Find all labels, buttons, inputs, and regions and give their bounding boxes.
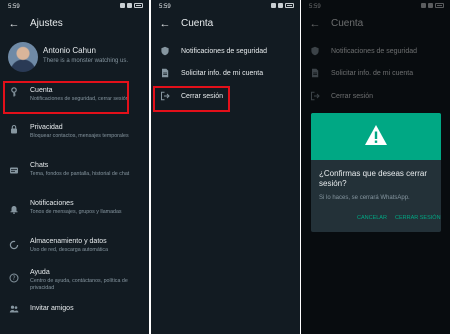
status-bar: 5:59 [151,0,300,14]
profile-status: There is a monster watching us. [43,58,129,64]
cancel-button[interactable]: CANCELAR [357,215,387,221]
help-icon: ? [8,273,20,285]
bell-icon [8,204,20,216]
dialog-title: ¿Confirmas que deseas cerrar sesión? [319,169,428,188]
shield-icon [159,46,171,58]
logout-confirm-screen: 5:59 ← Cuenta Notificaciones de segurida… [301,0,450,334]
settings-item-subtitle: Centro de ayuda, contáctanos, política d… [30,278,128,291]
settings-item-subtitle: Uso de red, descarga automática [30,247,109,253]
confirm-logout-button[interactable]: CERRAR SESIÓN [395,215,441,221]
status-bar: 5:59 [0,0,149,14]
settings-item-title: Ayuda [30,269,50,276]
avatar[interactable] [8,42,38,72]
logout-dialog: ¿Confirmas que deseas cerrar sesión? Si … [311,113,441,232]
back-arrow-icon[interactable]: ← [7,17,21,31]
settings-item-subtitle: Tonos de mensajes, grupos y llamadas [30,209,122,215]
page-title: Ajustes [30,18,63,29]
page-title: Cuenta [181,18,214,29]
highlight-box [3,81,129,114]
settings-item-invitar[interactable]: Invitar amigos [0,302,149,318]
document-icon [159,68,171,80]
people-icon [8,304,20,316]
back-arrow-icon[interactable]: ← [158,17,172,31]
lock-icon [8,124,20,136]
settings-item-subtitle: Bloquear contactos, mensajes temporales [30,133,129,139]
profile-name: Antonio Cahun [43,46,96,55]
settings-item-privacidad[interactable]: Privacidad Bloquear contactos, mensajes … [0,121,149,151]
settings-item-subtitle: Tema, fondos de pantalla, historial de c… [30,171,130,177]
settings-item-ayuda[interactable]: ? Ayuda Centro de ayuda, contáctanos, po… [0,267,149,297]
dialog-message: Si lo haces, se cerrará WhatsApp. [319,195,410,201]
account-item-title: Notificaciones de seguridad [181,48,267,55]
dialog-header [311,113,441,160]
app-bar: ← Ajustes [0,14,149,36]
settings-item-title: Invitar amigos [30,305,74,312]
account-screen: 5:59 ← Cuenta Notificaciones de segurida… [151,0,300,334]
settings-item-title: Chats [30,162,49,169]
status-icons [120,3,143,8]
storage-icon [8,240,20,252]
status-icons [271,3,294,8]
highlight-box [153,86,230,112]
settings-item-almacenamiento[interactable]: Almacenamiento y datos Uso de red, desca… [0,236,149,262]
settings-item-title: Privacidad [30,124,63,131]
settings-screen: 5:59 ← Ajustes Antonio Cahun There is a … [0,0,149,334]
account-item-title: Solicitar info. de mi cuenta [181,70,264,77]
status-time: 5:59 [8,4,20,10]
profile-row[interactable]: Antonio Cahun There is a monster watchin… [0,40,149,74]
warning-icon [365,125,387,145]
svg-text:?: ? [12,275,15,282]
settings-item-chats[interactable]: Chats Tema, fondos de pantalla, historia… [0,160,149,190]
chat-icon [8,166,20,178]
account-item-request-info[interactable]: Solicitar info. de mi cuenta [151,66,300,82]
app-bar: ← Cuenta [151,14,300,36]
settings-item-title: Almacenamiento y datos [30,238,107,245]
settings-item-notificaciones[interactable]: Notificaciones Tonos de mensajes, grupos… [0,198,149,228]
account-item-security-notifications[interactable]: Notificaciones de seguridad [151,44,300,60]
settings-item-title: Notificaciones [30,200,74,207]
status-time: 5:59 [159,4,171,10]
